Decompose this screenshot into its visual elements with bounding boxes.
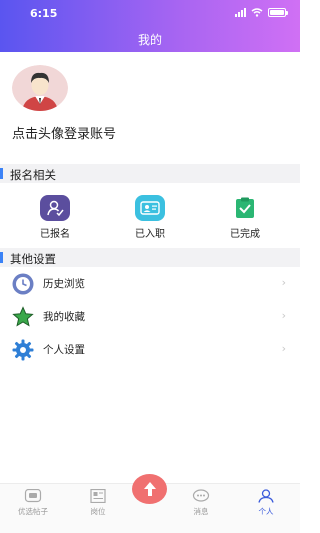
list-item-history[interactable]: 历史浏览 ›	[0, 267, 300, 300]
status-time: 6:15	[30, 7, 58, 20]
section-header-registration: 报名相关	[0, 164, 300, 183]
registered-label: 已报名	[40, 229, 70, 240]
chevron-right-icon: ›	[281, 276, 286, 289]
posts-icon	[24, 489, 42, 503]
section-accent-bar	[0, 252, 3, 263]
star-icon	[12, 306, 34, 327]
battery-icon	[268, 8, 288, 17]
clipboard-check-icon	[230, 195, 260, 221]
employed-button[interactable]: 已入职	[120, 195, 180, 240]
avatar-icon	[12, 65, 68, 111]
employed-label: 已入职	[135, 229, 165, 240]
section-title: 报名相关	[10, 168, 56, 182]
list-item-settings[interactable]: 个人设置 ›	[0, 333, 300, 366]
tab-jobs[interactable]: 岗位	[78, 489, 118, 517]
signal-icon	[235, 8, 246, 17]
status-bar: 6:15	[0, 0, 300, 26]
favorites-label: 我的收藏	[43, 311, 85, 323]
id-card-icon	[135, 195, 165, 221]
page-title: 我的	[137, 33, 162, 47]
tab-posts-label: 优选帖子	[18, 507, 48, 516]
upload-arrow-icon	[143, 482, 156, 496]
chevron-right-icon: ›	[281, 309, 286, 322]
center-publish-button[interactable]	[132, 474, 167, 504]
wifi-icon	[251, 8, 263, 17]
section-accent-bar	[0, 168, 3, 179]
status-icons	[235, 8, 288, 17]
tab-jobs-label: 岗位	[90, 507, 106, 516]
header: 6:15 我的	[0, 0, 300, 52]
clock-icon	[12, 273, 34, 295]
login-prompt[interactable]: 点击头像登录账号	[12, 123, 116, 142]
tab-posts[interactable]: 优选帖子	[13, 489, 53, 517]
chevron-right-icon: ›	[281, 342, 286, 355]
gear-icon	[12, 339, 34, 361]
message-icon	[192, 489, 210, 502]
section-title: 其他设置	[10, 252, 56, 266]
list-item-favorites[interactable]: 我的收藏 ›	[0, 300, 300, 333]
settings-label: 个人设置	[43, 344, 85, 356]
person-icon	[258, 489, 274, 503]
completed-label: 已完成	[230, 229, 260, 240]
section-header-other: 其他设置	[0, 248, 300, 267]
tab-messages[interactable]: 消息	[181, 489, 221, 517]
avatar[interactable]	[12, 65, 68, 111]
completed-button[interactable]: 已完成	[215, 195, 275, 240]
registered-button[interactable]: 已报名	[25, 195, 85, 240]
profile-area: 点击头像登录账号	[0, 52, 300, 162]
tab-profile-label: 个人	[258, 507, 274, 516]
signup-user-icon	[40, 195, 70, 221]
tab-profile[interactable]: 个人	[246, 489, 286, 517]
tab-messages-label: 消息	[193, 507, 209, 516]
jobs-icon	[90, 489, 106, 503]
history-label: 历史浏览	[43, 278, 85, 290]
